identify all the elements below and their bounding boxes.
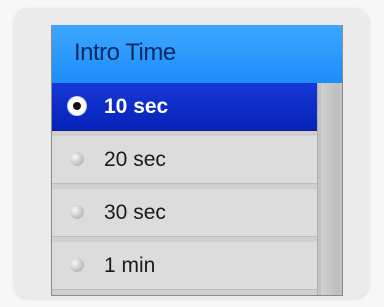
option-label: 20 sec	[104, 148, 166, 171]
option-1-min[interactable]: 1 min	[52, 242, 317, 290]
radio-icon[interactable]	[70, 152, 84, 166]
radio-selected-icon[interactable]	[68, 97, 86, 115]
intro-time-menu: Intro Time 10 sec 20 sec 30 sec 1 min	[51, 25, 343, 296]
menu-header: Intro Time	[52, 25, 342, 83]
option-label: 10 sec	[104, 95, 169, 118]
scrollbar-thumb[interactable]	[321, 83, 339, 295]
option-10-sec[interactable]: 10 sec	[52, 83, 317, 131]
menu-title: Intro Time	[74, 39, 176, 66]
radio-icon[interactable]	[70, 258, 84, 272]
option-label: 1 min	[104, 254, 156, 277]
scrollbar[interactable]	[317, 83, 342, 295]
option-label: 30 sec	[104, 201, 166, 224]
option-30-sec[interactable]: 30 sec	[52, 189, 317, 237]
radio-icon[interactable]	[70, 205, 84, 219]
option-20-sec[interactable]: 20 sec	[52, 136, 317, 184]
options-list: 10 sec 20 sec 30 sec 1 min	[52, 83, 342, 295]
